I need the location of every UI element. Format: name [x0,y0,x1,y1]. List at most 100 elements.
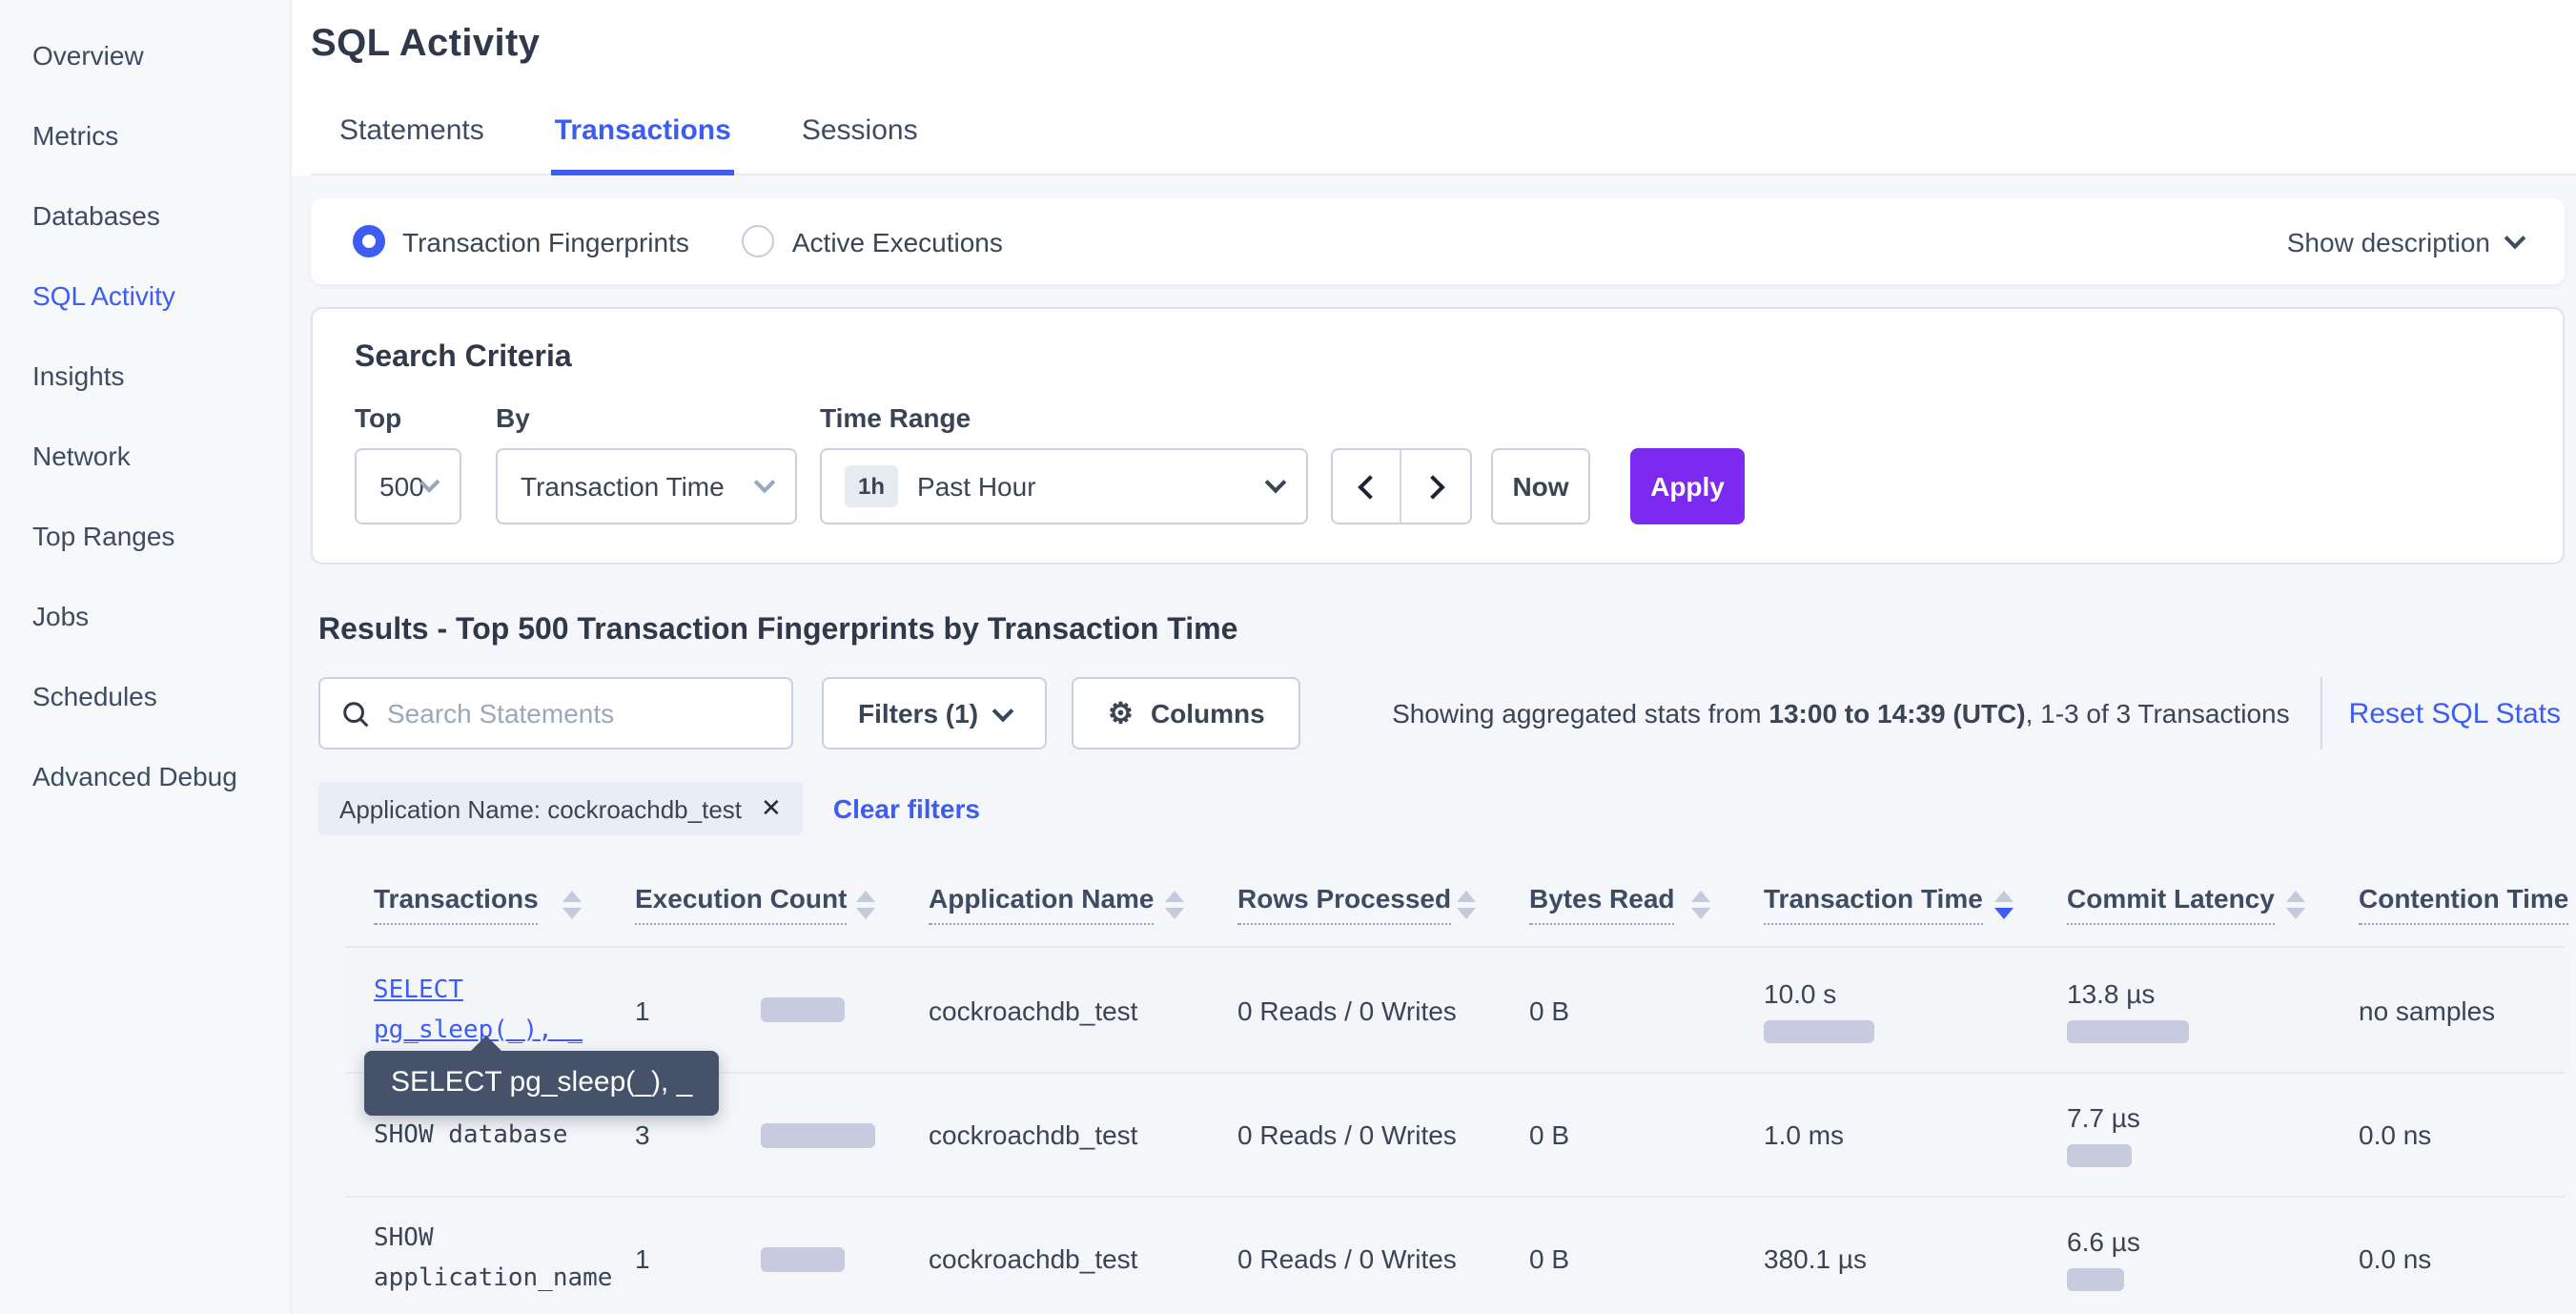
now-button[interactable]: Now [1491,448,1590,524]
radio-label: Transaction Fingerprints [402,226,689,257]
chevron-down-icon [754,472,776,494]
sort-icon[interactable] [2286,891,2305,919]
column-header-transaction-time[interactable]: Transaction Time [1764,883,2067,925]
column-header-label[interactable]: Transaction Time [1764,883,1983,925]
tab-transactions[interactable]: Transactions [551,99,735,175]
by-select[interactable]: Transaction Time [496,448,797,524]
transaction-query-text: SHOW database [374,1120,568,1149]
search-statements-box [318,677,793,749]
sidebar-item-databases[interactable]: Databases [0,175,290,256]
commit-latency-cell: 6.6 µs [2067,1226,2359,1291]
commit-latency-bar [2067,1144,2132,1167]
execution-count-value: 3 [635,1119,761,1150]
sort-icon[interactable] [856,891,875,919]
sidebar-item-insights[interactable]: Insights [0,336,290,416]
close-icon[interactable]: ✕ [761,793,782,824]
column-header-transactions[interactable]: Transactions [345,883,635,925]
app-viewport: Overview Metrics Databases SQL Activity … [0,0,2576,1314]
sort-icon[interactable] [562,891,582,919]
top-select-value: 500 [379,471,424,502]
chevron-down-icon [1265,472,1287,494]
transaction-query-link[interactable]: SELECT pg_sleep(_), _ [374,975,583,1044]
sidebar-item-overview[interactable]: Overview [0,15,290,95]
time-range-badge: 1h [845,465,898,507]
sidebar-item-metrics[interactable]: Metrics [0,95,290,175]
cockroachdb-console: Overview Metrics Databases SQL Activity … [0,0,2576,1314]
content-area: Transaction Fingerprints Active Executio… [292,175,2576,1314]
time-nav-group [1331,448,1472,524]
by-label: By [496,402,820,433]
next-time-button[interactable] [1401,450,1470,523]
execution-count-cell: 3 [635,1119,929,1150]
transaction-time-value: 10.0 s [1764,977,2052,1008]
search-statements-input[interactable] [387,698,770,729]
main-area: SQL Activity Statements Transactions Ses… [292,0,2576,1314]
clear-filters-link[interactable]: Clear filters [833,793,980,824]
column-header-label[interactable]: Rows Processed [1237,883,1451,925]
radio-active-executions[interactable]: Active Executions [743,225,1003,257]
filter-chip-label: Application Name: cockroachdb_test [339,794,742,823]
sort-icon[interactable] [1165,891,1184,919]
time-range-select[interactable]: 1h Past Hour [820,448,1308,524]
column-header-label[interactable]: Commit Latency [2067,883,2275,925]
sidebar-item-schedules[interactable]: Schedules [0,656,290,736]
application-name-cell: cockroachdb_test [929,995,1237,1025]
column-header-label[interactable]: Execution Count [635,883,847,925]
radio-transaction-fingerprints[interactable]: Transaction Fingerprints [353,225,689,257]
radio-unselected-icon [743,225,775,257]
execution-count-bar [761,1122,875,1147]
column-header-execution-count[interactable]: Execution Count [635,883,929,925]
column-header-label[interactable]: Application Name [929,883,1155,925]
sidebar-item-top-ranges[interactable]: Top Ranges [0,496,290,576]
by-select-value: Transaction Time [521,471,725,502]
sort-icon[interactable] [1994,891,2014,919]
top-select[interactable]: 500 [355,448,461,524]
tab-sessions[interactable]: Sessions [798,99,922,175]
column-header-label[interactable]: Bytes Read [1529,883,1675,925]
table-header-row: Transactions Execution Count Application N… [345,875,2565,948]
sidebar-item-jobs[interactable]: Jobs [0,576,290,656]
contention-time-cell: no samples [2359,995,2561,1025]
sort-icon[interactable] [1691,891,1710,919]
column-header-commit-latency[interactable]: Commit Latency [2067,883,2359,925]
column-header-rows-processed[interactable]: Rows Processed [1237,883,1529,925]
previous-time-button[interactable] [1333,450,1401,523]
rows-processed-cell: 0 Reads / 0 Writes [1237,995,1529,1025]
chevron-left-icon [1358,474,1381,498]
rows-processed-cell: 0 Reads / 0 Writes [1237,1119,1529,1150]
tab-statements[interactable]: Statements [336,99,488,175]
application-name-cell: cockroachdb_test [929,1119,1237,1150]
bytes-read-cell: 0 B [1529,995,1764,1025]
show-description-toggle[interactable]: Show description [2287,226,2523,257]
commit-latency-cell: 7.7 µs [2067,1102,2359,1167]
chevron-right-icon [1420,474,1443,498]
top-label: Top [355,402,496,433]
sidebar-item-network[interactable]: Network [0,416,290,496]
sort-icon[interactable] [1457,891,1476,919]
filters-button[interactable]: Filters (1) [822,677,1047,749]
columns-button[interactable]: ⚙ Columns [1072,677,1301,749]
column-header-contention-time[interactable]: Contention Time [2359,883,2561,925]
execution-count-bar [761,997,845,1022]
execution-count-cell: 1 [635,995,929,1025]
sidebar-item-advanced-debug[interactable]: Advanced Debug [0,736,290,816]
top-field: Top 500 [355,402,496,524]
tooltip-text: SELECT pg_sleep(_), _ [391,1066,692,1098]
search-criteria-title: Search Criteria [355,341,2521,376]
table-body: SELECT pg_sleep(_), _1cockroachdb_test0 … [345,948,2565,1314]
filter-chip-row: Application Name: cockroachdb_test ✕ Cle… [318,782,2565,835]
reset-sql-stats-link[interactable]: Reset SQL Stats [2349,697,2565,729]
search-criteria-card: Search Criteria Top 500 By T [311,307,2565,565]
time-range-field: Time Range 1h Past Hour [820,402,1331,524]
contention-time-cell: 0.0 ns [2359,1243,2561,1274]
bytes-read-cell: 0 B [1529,1119,1764,1150]
transaction-time-cell: 380.1 µs [1764,1243,2067,1274]
column-header-application-name[interactable]: Application Name [929,883,1237,925]
column-header-bytes-read[interactable]: Bytes Read [1529,883,1764,925]
column-header-label[interactable]: Transactions [374,883,539,925]
commit-latency-value: 6.6 µs [2067,1226,2343,1257]
column-header-label[interactable]: Contention Time [2359,883,2568,925]
sidebar-item-sql-activity[interactable]: SQL Activity [0,256,290,336]
apply-button[interactable]: Apply [1630,448,1745,524]
application-name-filter-chip[interactable]: Application Name: cockroachdb_test ✕ [318,782,803,835]
